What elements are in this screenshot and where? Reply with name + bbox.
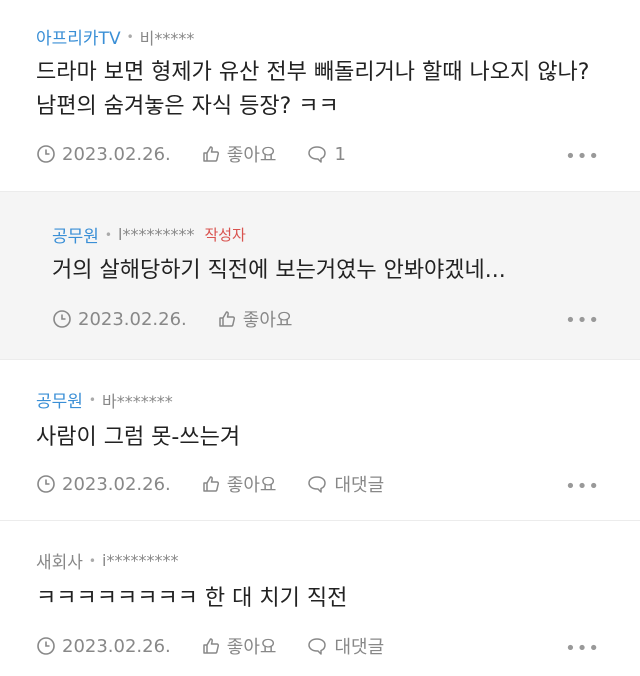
- comment-footer: 2023.02.26. 좋아요 대댓글: [36, 471, 414, 497]
- reply-button[interactable]: 대댓글: [306, 633, 384, 659]
- comment-reply-item: 공무원 • l********* 작성자 거의 살해당하기 직전에 보는거였누 …: [0, 192, 640, 359]
- comment-date: 2023.02.26.: [52, 309, 187, 330]
- date-text: 2023.02.26.: [62, 473, 171, 495]
- comment-username[interactable]: 비*****: [140, 25, 195, 49]
- comment-item: 공무원 • 바******* 사람이 그럼 못-쓰는겨 2023.02.26. …: [0, 359, 640, 521]
- thumbs-up-icon: [203, 476, 219, 492]
- more-options-icon[interactable]: •••: [565, 638, 600, 659]
- clock-icon: [37, 475, 55, 493]
- speech-bubble-icon: [308, 638, 327, 655]
- reply-button[interactable]: 대댓글: [306, 471, 384, 497]
- clock-icon: [37, 145, 55, 163]
- cafe-link[interactable]: 아프리카TV: [36, 24, 121, 49]
- more-options-icon[interactable]: •••: [565, 476, 600, 497]
- speech-bubble-icon: [308, 146, 327, 163]
- meta-separator: •: [126, 29, 134, 44]
- like-label: 좋아요: [226, 145, 277, 166]
- comment-username[interactable]: i*********: [102, 551, 178, 570]
- more-options-icon[interactable]: •••: [565, 146, 600, 167]
- cafe-link[interactable]: 공무원: [52, 222, 99, 247]
- date-text: 2023.02.26.: [62, 635, 171, 657]
- comment-item: 아프리카TV • 비***** 드라마 보면 형제가 유산 전부 빼돌리거나 할…: [0, 0, 640, 192]
- author-badge: 작성자: [204, 226, 246, 244]
- comment-item: 새회사 • i********* ㅋㅋㅋㅋㅋㅋㅋㅋ 한 대 치기 직전 2023…: [0, 521, 640, 676]
- comment-date: 2023.02.26.: [36, 474, 171, 495]
- comment-text: 드라마 보면 형제가 유산 전부 빼돌리거나 할때 나오지 않나? 남편의 숨겨…: [36, 60, 590, 119]
- thumbs-up-icon: [219, 311, 235, 327]
- comment-footer: 2023.02.26. 좋아요 1: [36, 141, 376, 167]
- comment-date: 2023.02.26.: [36, 144, 171, 165]
- meta-separator: •: [104, 227, 112, 242]
- like-button[interactable]: 좋아요: [201, 471, 277, 497]
- meta-separator: •: [88, 553, 96, 568]
- reply-label: 대댓글: [334, 475, 385, 496]
- like-button[interactable]: 좋아요: [217, 306, 293, 332]
- date-text: 2023.02.26.: [62, 143, 171, 165]
- comment-username[interactable]: l*********: [118, 225, 194, 244]
- comment-meta: 새회사 • i*********: [36, 548, 178, 573]
- speech-bubble-icon: [308, 476, 327, 493]
- comment-footer: 2023.02.26. 좋아요: [52, 306, 322, 332]
- reply-button[interactable]: 1: [306, 143, 346, 165]
- like-button[interactable]: 좋아요: [201, 141, 277, 167]
- like-label: 좋아요: [226, 475, 277, 496]
- cafe-link[interactable]: 새회사: [36, 548, 83, 573]
- like-label: 좋아요: [226, 637, 277, 658]
- comment-meta: 공무원 • 바*******: [36, 387, 173, 413]
- more-options-icon[interactable]: •••: [565, 310, 600, 331]
- comment-meta: 아프리카TV • 비*****: [36, 24, 195, 50]
- like-button[interactable]: 좋아요: [201, 633, 277, 659]
- comment-text: ㅋㅋㅋㅋㅋㅋㅋㅋ 한 대 치기 직전: [36, 586, 348, 611]
- meta-separator: •: [88, 392, 96, 407]
- comment-meta: 공무원 • l********* 작성자: [52, 222, 246, 247]
- reply-count: 1: [334, 143, 346, 165]
- thumbs-up-icon: [203, 146, 219, 162]
- date-text: 2023.02.26.: [78, 308, 187, 330]
- comment-footer: 2023.02.26. 좋아요 대댓글: [36, 633, 414, 659]
- clock-icon: [37, 637, 55, 655]
- comment-username[interactable]: 바*******: [102, 388, 173, 412]
- comment-date: 2023.02.26.: [36, 636, 171, 657]
- comment-text: 사람이 그럼 못-쓰는겨: [36, 425, 241, 450]
- like-label: 좋아요: [242, 310, 293, 331]
- clock-icon: [53, 310, 71, 328]
- cafe-link[interactable]: 공무원: [36, 387, 83, 412]
- reply-label: 대댓글: [334, 637, 385, 658]
- comment-text: 거의 살해당하기 직전에 보는거였누 안봐야겠네...: [52, 258, 506, 283]
- thumbs-up-icon: [203, 638, 219, 654]
